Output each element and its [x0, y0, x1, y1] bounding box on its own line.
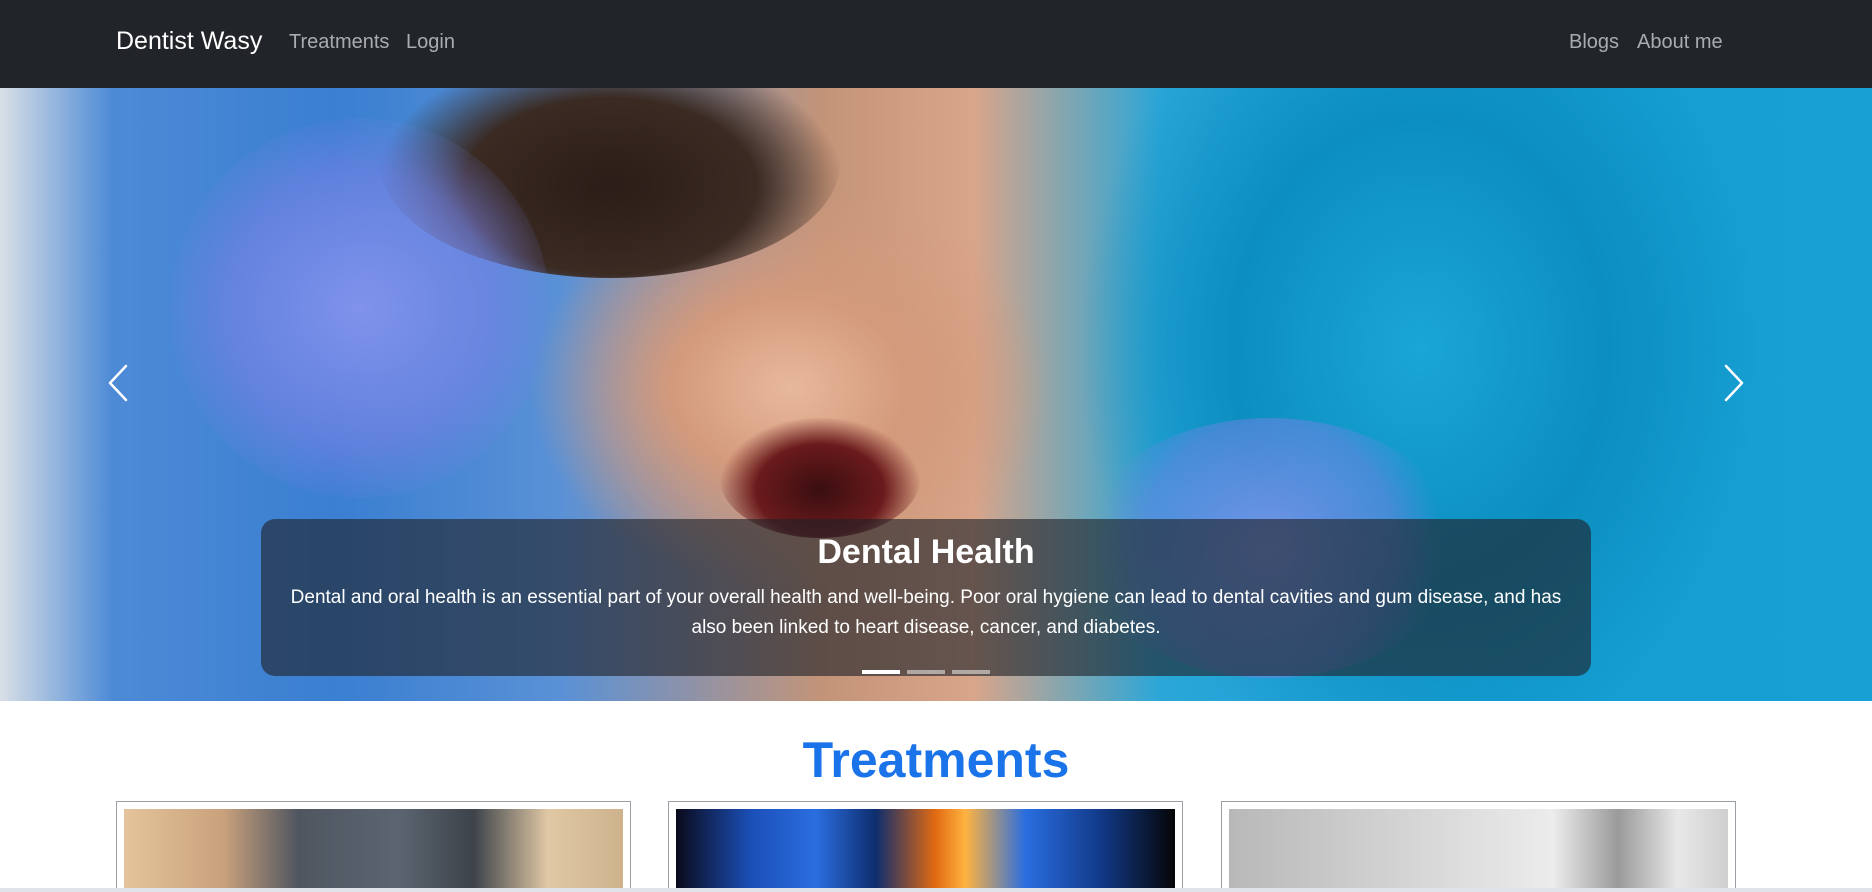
carousel-indicator-2[interactable] — [907, 670, 945, 674]
carousel-prev-button[interactable] — [88, 348, 148, 418]
carousel-indicator-1[interactable] — [862, 670, 900, 674]
carousel-caption: Dental Health Dental and oral health is … — [261, 519, 1591, 676]
chevron-right-icon — [1724, 364, 1744, 402]
carousel-next-button[interactable] — [1704, 348, 1764, 418]
top-navbar: Dentist Wasy Treatments Login Blogs Abou… — [0, 0, 1872, 88]
page-bottom-edge — [0, 888, 1872, 892]
nav-link-login[interactable]: Login — [406, 31, 455, 54]
brand-logo-text[interactable]: Dentist Wasy — [116, 27, 262, 56]
treatment-card[interactable] — [1221, 801, 1736, 892]
nav-link-blogs[interactable]: Blogs — [1569, 31, 1619, 54]
carousel-image-glove-left — [170, 118, 550, 498]
carousel-caption-title: Dental Health — [817, 533, 1035, 571]
nav-link-treatments[interactable]: Treatments — [289, 31, 389, 54]
carousel-indicator-3[interactable] — [952, 670, 990, 674]
teeth-xray-image — [676, 809, 1175, 892]
treatments-heading: Treatments — [802, 732, 1070, 788]
treatment-card[interactable] — [668, 801, 1183, 892]
nav-link-about-me[interactable]: About me — [1637, 31, 1723, 54]
chevron-left-icon — [108, 364, 128, 402]
hero-carousel: Dental Health Dental and oral health is … — [0, 88, 1872, 701]
treatment-card[interactable] — [116, 801, 631, 892]
dental-drill-image — [1229, 809, 1728, 892]
carousel-caption-text: Dental and oral health is an essential p… — [290, 587, 1562, 638]
dental-implant-image — [124, 809, 623, 892]
